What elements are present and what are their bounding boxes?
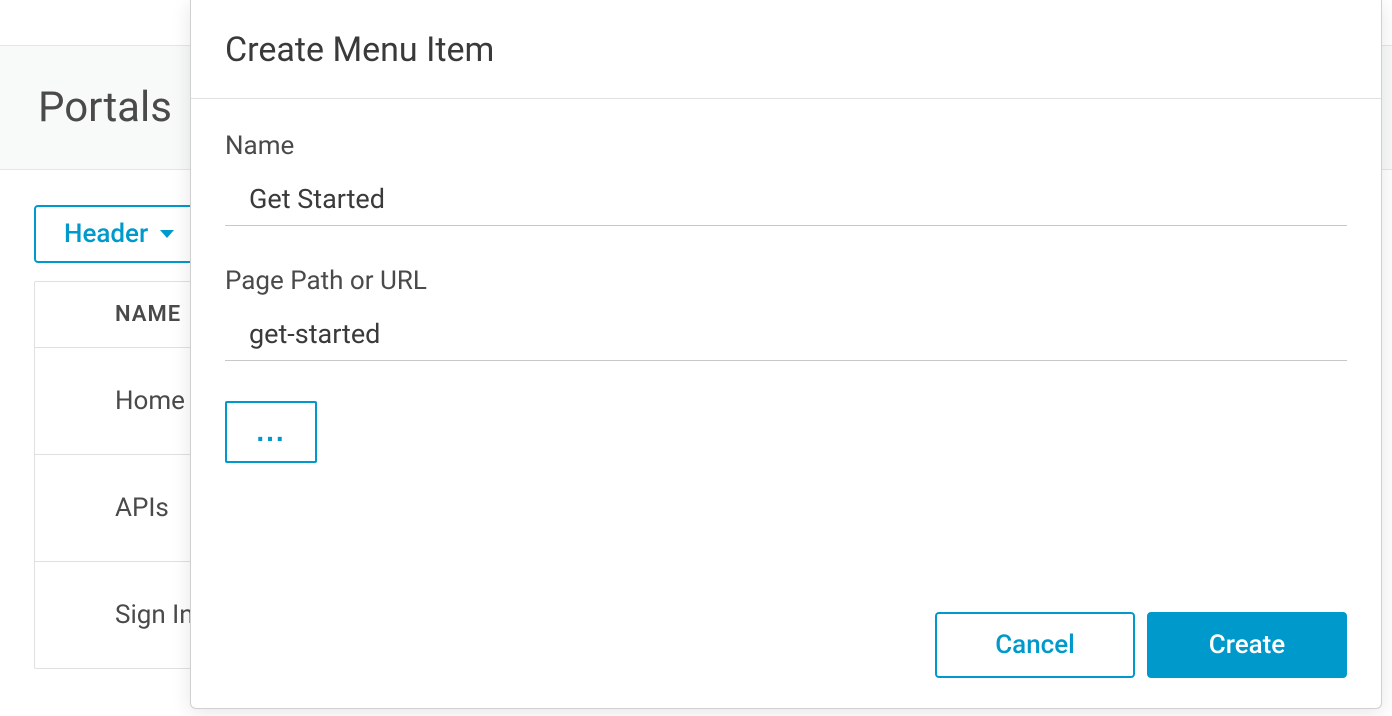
path-label: Page Path or URL: [225, 266, 1347, 296]
create-menu-item-modal: Create Menu Item Name Page Path or URL .…: [190, 0, 1382, 709]
row-name: Home: [115, 386, 185, 416]
name-input[interactable]: [225, 173, 1347, 226]
cancel-button[interactable]: Cancel: [935, 612, 1135, 678]
divider: [191, 98, 1381, 99]
header-dropdown[interactable]: Header: [34, 205, 204, 263]
row-name: Sign In: [115, 600, 194, 630]
name-label: Name: [225, 131, 1347, 161]
chevron-down-icon: [160, 230, 174, 238]
row-name: APIs: [115, 493, 169, 523]
modal-title: Create Menu Item: [225, 30, 1347, 70]
name-field-group: Name: [225, 131, 1347, 226]
create-button[interactable]: Create: [1147, 612, 1347, 678]
ellipsis-icon: ...: [256, 416, 285, 448]
more-options-button[interactable]: ...: [225, 401, 317, 463]
path-input[interactable]: [225, 308, 1347, 361]
page-title: Portals: [38, 83, 172, 132]
path-field-group: Page Path or URL: [225, 266, 1347, 361]
header-dropdown-label: Header: [64, 219, 148, 249]
modal-actions: Cancel Create: [225, 582, 1347, 678]
